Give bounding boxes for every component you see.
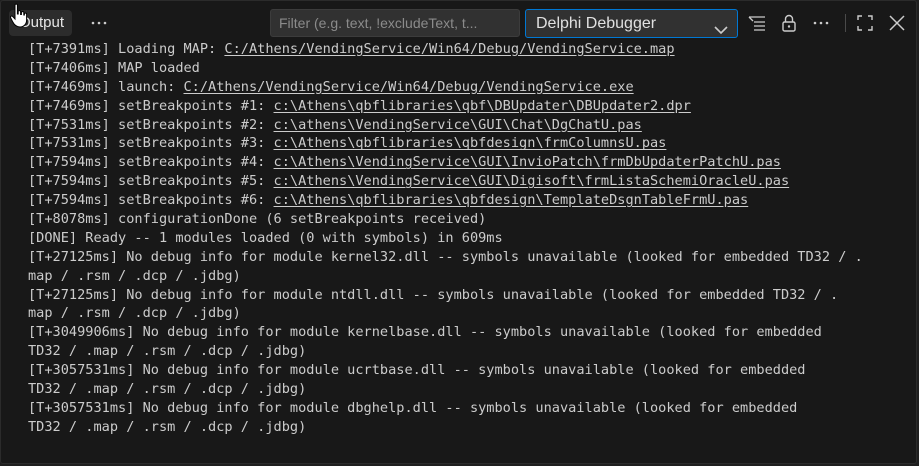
log-line: [T+7391ms] Loading MAP: C:/Athens/Vendin… — [28, 40, 906, 59]
output-panel: Output Delphi Debugger — [0, 0, 917, 464]
close-icon[interactable] — [886, 12, 908, 34]
log-line: [T+7594ms] setBreakpoints #4: c:\Athens\… — [28, 153, 906, 172]
log-line: [T+8078ms] configurationDone (6 setBreak… — [28, 210, 906, 229]
log-line-text: [T+7391ms] Loading MAP: — [28, 41, 225, 57]
output-log[interactable]: [T+7391ms] Loading MAP: C:/Athens/Vendin… — [28, 40, 906, 437]
log-file-link[interactable]: c:\Athens\qbflibraries\qbfdesign\Templat… — [274, 192, 749, 208]
log-line: [DONE] Ready -- 1 modules loaded (0 with… — [28, 229, 906, 248]
mouse-cursor-icon — [9, 3, 29, 29]
log-line: map / .rsm / .dcp / .jdbg) — [28, 267, 906, 286]
log-line-text: [T+27125ms] No debug info for module ker… — [28, 248, 863, 265]
log-file-link[interactable]: c:\athens\VendingService\GUI\Chat\DgChat… — [274, 117, 642, 133]
word-wrap-icon[interactable] — [746, 12, 768, 34]
log-line-text: [T+7594ms] setBreakpoints #4: — [28, 154, 274, 171]
log-file-link[interactable]: c:\Athens\qbflibraries\qbf\DBUpdater\DBU… — [274, 98, 691, 114]
log-line-text: TD32 / .map / .rsm / .dcp / .jdbg) — [28, 418, 307, 435]
panel-toolbar: Output Delphi Debugger — [1, 1, 916, 43]
log-line: TD32 / .map / .rsm / .dcp / .jdbg) — [28, 342, 906, 361]
log-line: [T+7531ms] setBreakpoints #2: c:\athens\… — [28, 116, 906, 135]
toolbar-separator — [845, 14, 846, 32]
log-file-link[interactable]: C:/Athens/VendingService/Win64/Debug/Ven… — [184, 79, 634, 95]
log-line-text: [T+7469ms] setBreakpoints #1: — [28, 97, 274, 114]
log-line-text: [T+7531ms] setBreakpoints #3: — [28, 135, 274, 152]
log-line-text: [T+3049906ms] No debug info for module k… — [28, 324, 822, 341]
log-line-text: [T+7531ms] setBreakpoints #2: — [28, 116, 274, 133]
log-line: [T+7469ms] setBreakpoints #1: c:\Athens\… — [28, 97, 906, 116]
log-line: [T+3057531ms] No debug info for module u… — [28, 361, 906, 380]
log-line: [T+3049906ms] No debug info for module k… — [28, 323, 906, 342]
log-line-text: [T+7406ms] MAP loaded — [28, 59, 200, 76]
log-file-link[interactable]: c:\Athens\VendingService\GUI\Digisoft\fr… — [274, 173, 790, 189]
log-line: [T+7531ms] setBreakpoints #3: c:\Athens\… — [28, 134, 906, 153]
channel-select-value: Delphi Debugger — [536, 15, 657, 32]
log-line-text: [T+27125ms] No debug info for module ntd… — [28, 286, 839, 303]
channel-select[interactable]: Delphi Debugger — [525, 9, 738, 38]
log-file-link[interactable]: c:\Athens\qbflibraries\qbfdesign\frmColu… — [274, 135, 667, 151]
log-line-text: map / .rsm / .dcp / .jdbg) — [28, 305, 241, 322]
log-line-text: [T+3057531ms] No debug info for module u… — [28, 362, 806, 379]
filter-input[interactable] — [270, 9, 520, 37]
log-file-link[interactable]: c:\Athens\VendingService\GUI\InvioPatch\… — [274, 154, 781, 170]
log-line: TD32 / .map / .rsm / .dcp / .jdbg) — [28, 380, 906, 399]
log-line-text: TD32 / .map / .rsm / .dcp / .jdbg) — [28, 381, 307, 398]
log-line-text: [T+7469ms] launch: — [28, 78, 184, 95]
log-line: [T+7594ms] setBreakpoints #5: c:\Athens\… — [28, 172, 906, 191]
log-line: [T+3057531ms] No debug info for module d… — [28, 399, 906, 418]
log-line-text: [T+8078ms] configurationDone (6 setBreak… — [28, 211, 487, 228]
log-line-text: [T+7594ms] setBreakpoints #6: — [28, 192, 274, 209]
maximize-icon[interactable] — [854, 12, 876, 34]
log-line: [T+27125ms] No debug info for module ntd… — [28, 286, 906, 305]
chevron-down-icon — [713, 18, 729, 35]
log-line-text: map / .rsm / .dcp / .jdbg) — [28, 267, 241, 284]
log-line-text: [T+7594ms] setBreakpoints #5: — [28, 173, 274, 190]
lock-icon[interactable] — [778, 12, 800, 34]
log-line-text: [DONE] Ready -- 1 modules loaded (0 with… — [28, 229, 503, 246]
panel-more-icon[interactable] — [810, 12, 832, 34]
ellipsis-icon[interactable] — [87, 10, 111, 36]
log-line: [T+7406ms] MAP loaded — [28, 59, 906, 78]
log-line-text: TD32 / .map / .rsm / .dcp / .jdbg) — [28, 343, 307, 360]
log-line: map / .rsm / .dcp / .jdbg) — [28, 304, 906, 323]
log-line: [T+7469ms] launch: C:/Athens/VendingServ… — [28, 78, 906, 97]
log-line: [T+7594ms] setBreakpoints #6: c:\Athens\… — [28, 191, 906, 210]
log-line: TD32 / .map / .rsm / .dcp / .jdbg) — [28, 418, 906, 437]
log-line: [T+27125ms] No debug info for module ker… — [28, 248, 906, 267]
log-file-link[interactable]: C:/Athens/VendingService/Win64/Debug/Ven… — [224, 41, 674, 57]
log-line-text: [T+3057531ms] No debug info for module d… — [28, 399, 798, 416]
